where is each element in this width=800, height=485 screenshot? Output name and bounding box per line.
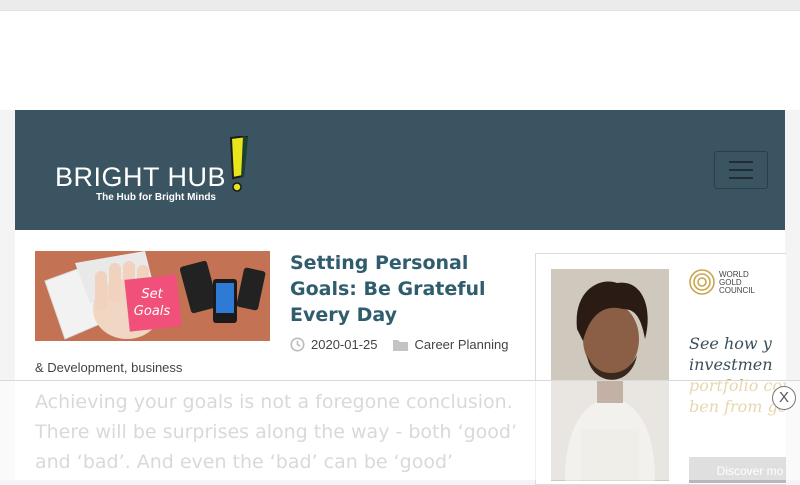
ad-portrait-image bbox=[551, 269, 669, 481]
ad-brand-logo: WORLD GOLD COUNCIL bbox=[689, 268, 779, 303]
article-date: 2020-01-25 bbox=[311, 337, 378, 352]
folder-icon bbox=[392, 339, 408, 351]
site-header: BRIGHT HUB The Hub for Bright Minds bbox=[15, 110, 785, 230]
article-title[interactable]: Setting Personal Goals: Be Grateful Ever… bbox=[290, 250, 510, 328]
site-logo[interactable]: BRIGHT HUB The Hub for Bright Minds bbox=[53, 134, 253, 208]
ad-brand-line-3: COUNCIL bbox=[719, 286, 756, 295]
ad-discover-button[interactable]: Discover mo bbox=[689, 457, 786, 483]
hamburger-icon-bar bbox=[729, 169, 753, 171]
article-thumbnail[interactable]: Set Goals bbox=[35, 251, 270, 341]
svg-text:Goals: Goals bbox=[134, 304, 171, 319]
article-meta: 2020-01-25 Career Planning bbox=[290, 337, 508, 352]
hamburger-icon-bar bbox=[729, 161, 753, 163]
sticky-note-text: Set bbox=[141, 287, 163, 302]
ad-headline: See how y investmen portfolio could ben … bbox=[689, 333, 786, 417]
article-excerpt: Achieving your goals is not a foregone c… bbox=[35, 391, 518, 473]
exclamation-logo-icon bbox=[229, 136, 249, 192]
hamburger-icon-bar bbox=[729, 177, 753, 179]
top-ad-banner bbox=[0, 11, 800, 110]
overlay-divider bbox=[0, 380, 800, 381]
menu-toggle-button[interactable] bbox=[714, 151, 768, 189]
category-links[interactable]: & Development, business bbox=[35, 360, 182, 375]
category-link[interactable]: Career Planning bbox=[415, 337, 509, 352]
close-ad-button[interactable]: X bbox=[772, 386, 796, 410]
browser-top-bar bbox=[0, 0, 800, 11]
ad-headline-dark: See how y investmen bbox=[689, 334, 773, 374]
logo-tagline: The Hub for Bright Minds bbox=[96, 192, 216, 203]
main-content: Set Goals Setting Personal Goals: Be Gra… bbox=[15, 230, 786, 485]
clock-icon bbox=[290, 337, 305, 352]
sidebar-ad[interactable]: WORLD GOLD COUNCIL See how y investmen p… bbox=[535, 253, 786, 485]
world-gold-council-logo-icon: WORLD GOLD COUNCIL bbox=[689, 269, 756, 295]
logo-text: BRIGHT HUB bbox=[55, 162, 227, 192]
